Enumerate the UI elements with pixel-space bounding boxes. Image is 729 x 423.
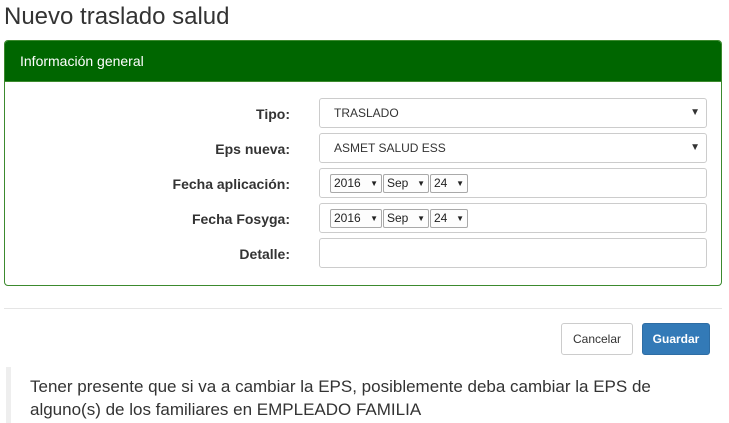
general-info-panel: Información general Tipo: TRASLADO ▼ Eps… <box>4 40 722 286</box>
tipo-select[interactable]: TRASLADO ▼ <box>319 98 707 128</box>
tipo-select-value: TRASLADO <box>334 106 399 120</box>
chevron-down-icon: ▼ <box>417 214 425 223</box>
fecha-aplicacion-label: Fecha aplicación: <box>172 176 290 192</box>
fecha-fosyga-month-select[interactable]: Sep ▼ <box>383 209 429 228</box>
eps-nueva-select[interactable]: ASMET SALUD ESS ▼ <box>319 133 707 163</box>
fecha-aplicacion-day-select[interactable]: 24 ▼ <box>430 174 468 193</box>
page-title: Nuevo traslado salud <box>4 3 230 30</box>
month-value: Sep <box>387 211 409 225</box>
fecha-fosyga-date-group: 2016 ▼ Sep ▼ 24 ▼ <box>330 209 468 228</box>
chevron-down-icon: ▼ <box>370 214 378 223</box>
detalle-label: Detalle: <box>239 246 290 262</box>
form-row-fecha-fosyga: Fecha Fosyga: 2016 ▼ Sep ▼ 24 ▼ <box>5 203 721 235</box>
month-value: Sep <box>387 176 409 190</box>
info-note: Tener presente que si va a cambiar la EP… <box>6 367 722 423</box>
chevron-down-icon: ▼ <box>417 179 425 188</box>
chevron-down-icon: ▼ <box>370 179 378 188</box>
form-row-fecha-aplicacion: Fecha aplicación: 2016 ▼ Sep ▼ 24 ▼ <box>5 168 721 200</box>
form-row-tipo: Tipo: TRASLADO ▼ <box>5 98 721 130</box>
fecha-aplicacion-field: 2016 ▼ Sep ▼ 24 ▼ <box>319 168 707 198</box>
form-row-eps-nueva: Eps nueva: ASMET SALUD ESS ▼ <box>5 133 721 165</box>
day-value: 24 <box>434 211 448 225</box>
fecha-aplicacion-month-select[interactable]: Sep ▼ <box>383 174 429 193</box>
fecha-fosyga-label: Fecha Fosyga: <box>191 211 290 227</box>
panel-heading: Información general <box>5 41 721 82</box>
year-value: 2016 <box>334 176 361 190</box>
year-value: 2016 <box>334 211 361 225</box>
day-value: 24 <box>434 176 448 190</box>
chevron-down-icon: ▼ <box>690 107 700 118</box>
info-note-text: Tener presente que si va a cambiar la EP… <box>30 377 651 419</box>
fecha-aplicacion-year-select[interactable]: 2016 ▼ <box>330 174 382 193</box>
tipo-label: Tipo: <box>256 106 290 122</box>
detalle-input[interactable] <box>319 238 707 268</box>
fecha-fosyga-day-select[interactable]: 24 ▼ <box>430 209 468 228</box>
eps-nueva-label: Eps nueva: <box>215 141 290 157</box>
fecha-fosyga-field: 2016 ▼ Sep ▼ 24 ▼ <box>319 203 707 233</box>
cancel-button[interactable]: Cancelar <box>561 323 633 355</box>
save-button[interactable]: Guardar <box>642 323 710 355</box>
fecha-aplicacion-date-group: 2016 ▼ Sep ▼ 24 ▼ <box>330 174 468 193</box>
form-row-detalle: Detalle: <box>5 238 721 270</box>
chevron-down-icon: ▼ <box>456 179 464 188</box>
page: Nuevo traslado salud Información general… <box>0 0 729 423</box>
eps-nueva-select-value: ASMET SALUD ESS <box>334 141 446 155</box>
divider <box>4 308 722 309</box>
fecha-fosyga-year-select[interactable]: 2016 ▼ <box>330 209 382 228</box>
chevron-down-icon: ▼ <box>690 142 700 153</box>
chevron-down-icon: ▼ <box>456 214 464 223</box>
